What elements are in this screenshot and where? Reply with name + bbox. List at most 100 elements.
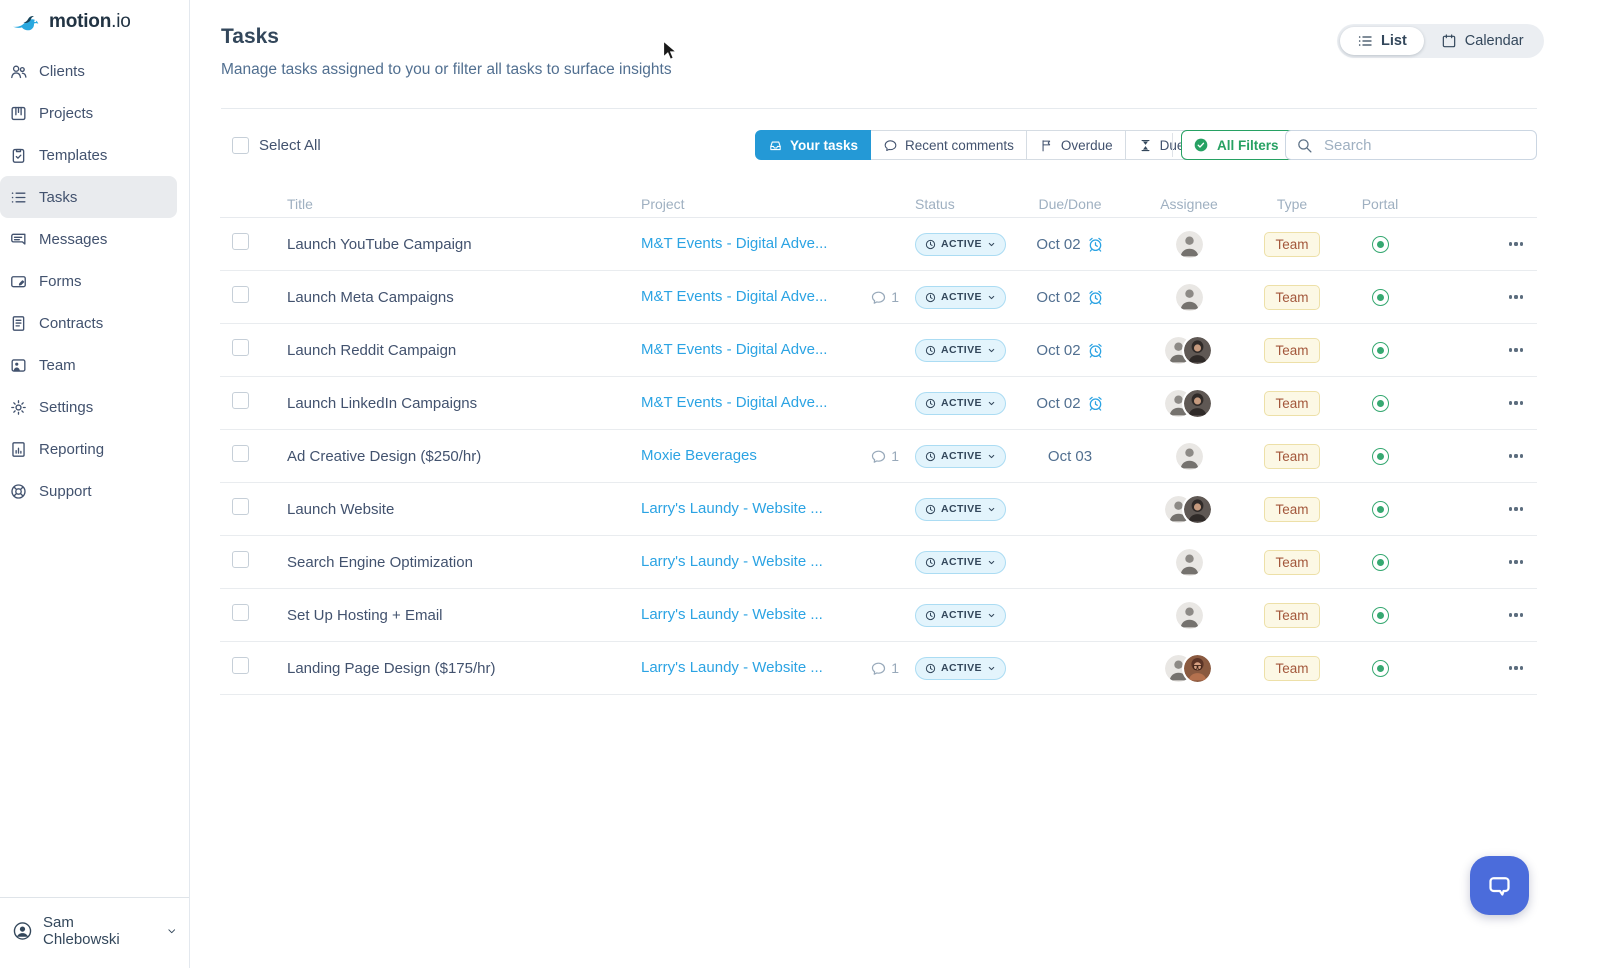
row-menu-button[interactable] (1495, 401, 1537, 405)
portal-indicator[interactable] (1371, 342, 1389, 359)
status-chip[interactable]: ACTIVE (915, 497, 1006, 521)
portal-indicator[interactable] (1371, 236, 1389, 253)
project-link[interactable]: Larry's Laundy - Website ... (641, 659, 823, 676)
avatar-man[interactable] (1175, 601, 1203, 629)
portal-indicator[interactable] (1371, 395, 1389, 412)
avatar-woman-dark[interactable] (1182, 334, 1213, 366)
avatar-woman-dark[interactable] (1182, 493, 1213, 525)
task-title[interactable]: Launch Meta Campaigns (287, 289, 454, 306)
row-checkbox[interactable] (232, 233, 249, 250)
avatar-man[interactable] (1175, 548, 1203, 576)
task-title[interactable]: Ad Creative Design ($250/hr) (287, 448, 481, 465)
row-checkbox[interactable] (232, 657, 249, 674)
row-menu-button[interactable] (1495, 613, 1537, 617)
sidebar-item-team[interactable]: Team (0, 344, 189, 386)
tab-your-tasks[interactable]: Your tasks (755, 130, 872, 160)
status-chip[interactable]: ACTIVE (915, 232, 1006, 256)
comment-count[interactable]: 1 (861, 289, 907, 306)
task-title[interactable]: Launch LinkedIn Campaigns (287, 395, 477, 412)
sidebar-item-forms[interactable]: Forms (0, 260, 189, 302)
task-title[interactable]: Search Engine Optimization (287, 554, 473, 571)
task-title[interactable]: Launch Website (287, 501, 394, 518)
row-menu-button[interactable] (1495, 666, 1537, 670)
task-title[interactable]: Set Up Hosting + Email (287, 607, 443, 624)
row-menu-button[interactable] (1495, 560, 1537, 564)
avatar-woman-warm[interactable] (1182, 652, 1213, 684)
row-checkbox[interactable] (232, 286, 249, 303)
portal-indicator[interactable] (1371, 501, 1389, 518)
row-menu-button[interactable] (1495, 242, 1537, 246)
comment-count[interactable]: 1 (861, 660, 907, 677)
row-checkbox[interactable] (232, 498, 249, 515)
avatar-woman-dark[interactable] (1182, 387, 1213, 419)
alarm-clock-icon[interactable] (1087, 236, 1104, 253)
chat-widget-button[interactable] (1470, 856, 1529, 915)
sidebar-item-tasks[interactable]: Tasks (0, 176, 177, 218)
project-link[interactable]: M&T Events - Digital Adve... (641, 394, 827, 411)
row-checkbox[interactable] (232, 392, 249, 409)
tab-recent-comments[interactable]: Recent comments (870, 130, 1027, 160)
table-header: Title Project Status Due/Done Assignee T… (220, 190, 1537, 218)
project-link[interactable]: M&T Events - Digital Adve... (641, 341, 827, 358)
project-link[interactable]: M&T Events - Digital Adve... (641, 288, 827, 305)
status-chip[interactable]: ACTIVE (915, 550, 1006, 574)
status-chip[interactable]: ACTIVE (915, 391, 1006, 415)
alarm-clock-icon[interactable] (1087, 289, 1104, 306)
list-view-button[interactable]: List (1340, 27, 1424, 55)
row-checkbox[interactable] (232, 445, 249, 462)
calendar-view-button[interactable]: Calendar (1424, 27, 1541, 55)
task-title[interactable]: Landing Page Design ($175/hr) (287, 660, 495, 677)
sidebar-item-label: Contracts (39, 314, 104, 332)
row-checkbox[interactable] (232, 604, 249, 621)
project-link[interactable]: Larry's Laundy - Website ... (641, 606, 823, 623)
sidebar-item-clients[interactable]: Clients (0, 50, 189, 92)
alarm-clock-icon[interactable] (1087, 395, 1104, 412)
sidebar-item-contracts[interactable]: Contracts (0, 302, 189, 344)
team-icon (11, 358, 26, 372)
row-checkbox[interactable] (232, 339, 249, 356)
sidebar-item-messages[interactable]: Messages (0, 218, 189, 260)
project-link[interactable]: Larry's Laundy - Website ... (641, 553, 823, 570)
portal-indicator[interactable] (1371, 660, 1389, 677)
brand-logo[interactable]: motion.io (12, 9, 131, 35)
status-chip[interactable]: ACTIVE (915, 603, 1006, 627)
sidebar-item-settings[interactable]: Settings (0, 386, 189, 428)
select-all-checkbox[interactable] (232, 137, 249, 154)
portal-indicator[interactable] (1371, 554, 1389, 571)
status-chip[interactable]: ACTIVE (915, 338, 1006, 362)
tab-overdue[interactable]: Overdue (1025, 130, 1126, 160)
clock-icon (925, 345, 936, 355)
portal-indicator[interactable] (1371, 289, 1389, 306)
task-title[interactable]: Launch YouTube Campaign (287, 236, 472, 253)
status-chip[interactable]: ACTIVE (915, 656, 1006, 680)
row-menu-button[interactable] (1495, 295, 1537, 299)
column-status: Status (915, 195, 955, 212)
project-link[interactable]: Moxie Beverages (641, 447, 757, 464)
avatar-man[interactable] (1175, 230, 1203, 258)
comment-count[interactable]: 1 (861, 448, 907, 465)
project-link[interactable]: Larry's Laundy - Website ... (641, 500, 823, 517)
sidebar-item-reporting[interactable]: Reporting (0, 428, 189, 470)
avatar-man[interactable] (1175, 442, 1203, 470)
status-chip[interactable]: ACTIVE (915, 444, 1006, 468)
row-menu-button[interactable] (1495, 454, 1537, 458)
portal-indicator[interactable] (1371, 607, 1389, 624)
column-title: Title (287, 195, 313, 212)
user-menu[interactable]: Sam Chlebowski (0, 897, 189, 968)
row-checkbox[interactable] (232, 551, 249, 568)
sidebar-item-templates[interactable]: Templates (0, 134, 189, 176)
row-menu-button[interactable] (1495, 507, 1537, 511)
row-menu-button[interactable] (1495, 348, 1537, 352)
status-label: ACTIVE (941, 662, 982, 674)
project-link[interactable]: M&T Events - Digital Adve... (641, 235, 827, 252)
assignee-avatars (1129, 548, 1249, 576)
sidebar-item-support[interactable]: Support (0, 470, 189, 512)
task-title[interactable]: Launch Reddit Campaign (287, 342, 456, 359)
status-chip[interactable]: ACTIVE (915, 285, 1006, 309)
alarm-clock-icon[interactable] (1087, 342, 1104, 359)
search-input[interactable] (1322, 135, 1526, 155)
portal-indicator[interactable] (1371, 448, 1389, 465)
sidebar-item-projects[interactable]: Projects (0, 92, 189, 134)
comment-number: 1 (891, 660, 899, 676)
avatar-man[interactable] (1175, 283, 1203, 311)
